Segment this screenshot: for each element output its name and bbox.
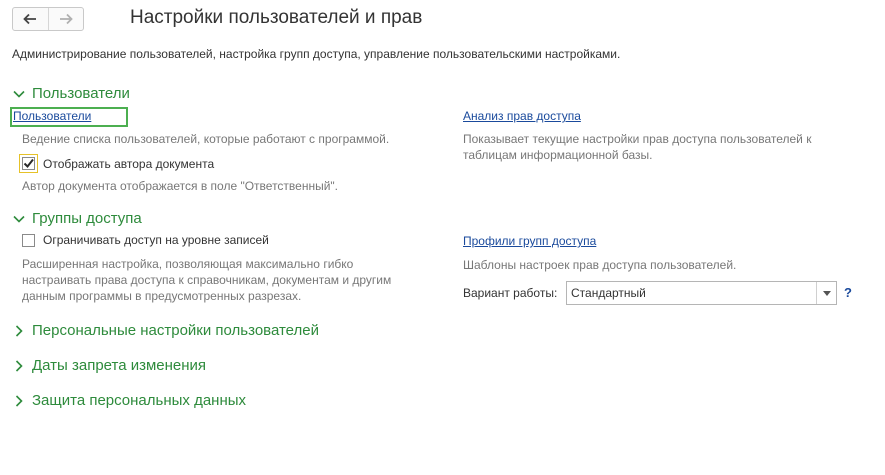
restrict-access-hint-line-3: данным программы в предусмотренных разре…	[22, 289, 302, 303]
users-link[interactable]: Пользователи	[13, 109, 91, 123]
users-hint: Ведение списка пользователей, которые ра…	[22, 132, 390, 146]
chevron-right-icon	[15, 324, 23, 337]
rights-analysis-hint-line-2: таблицам информационной базы.	[463, 148, 653, 162]
page-description: Администрирование пользователей, настрой…	[12, 47, 621, 61]
arrow-right-icon	[59, 13, 73, 25]
dropdown-arrow-icon	[822, 290, 831, 296]
restrict-access-checkbox[interactable]	[22, 233, 35, 247]
restrict-access-hint-line-2: настраивать права доступа к справочникам…	[22, 273, 392, 287]
restrict-access-label: Ограничивать доступ на уровне записей	[43, 233, 269, 247]
checkmark-icon	[23, 158, 34, 169]
chevron-down-icon	[13, 215, 25, 223]
section-access-groups-header[interactable]: Группы доступа	[12, 210, 142, 227]
page-title: Настройки пользователей и прав	[130, 7, 423, 28]
chevron-right-icon	[15, 394, 23, 407]
help-icon[interactable]: ?	[844, 285, 852, 300]
forward-button[interactable]	[47, 8, 84, 30]
section-change-prohibition-header[interactable]: Даты запрета изменения	[12, 357, 206, 374]
chevron-down-icon	[13, 90, 25, 98]
show-author-label: Отображать автора документа	[43, 156, 215, 171]
section-users-title: Пользователи	[32, 85, 130, 102]
work-mode-label: Вариант работы:	[463, 286, 558, 300]
restrict-access-row[interactable]: Ограничивать доступ на уровне записей	[22, 233, 269, 247]
rights-analysis-hint: Показывает текущие настройки прав доступ…	[463, 131, 811, 163]
access-group-profiles-hint: Шаблоны настроек прав доступа пользовате…	[463, 258, 737, 272]
arrow-left-icon	[23, 13, 37, 25]
section-personal-data-header[interactable]: Защита персональных данных	[12, 392, 246, 409]
rights-analysis-hint-line-1: Показывает текущие настройки прав доступ…	[463, 132, 812, 146]
access-group-profiles-link[interactable]: Профили групп доступа	[463, 234, 596, 248]
section-users-header[interactable]: Пользователи	[12, 85, 130, 102]
work-mode-value: Стандартный	[571, 286, 646, 300]
navigation-buttons	[12, 7, 84, 31]
back-button[interactable]	[13, 8, 48, 30]
chevron-right-icon	[15, 359, 23, 372]
section-access-groups-title: Группы доступа	[32, 210, 142, 227]
section-change-prohibition-title: Даты запрета изменения	[32, 357, 207, 374]
rights-analysis-link[interactable]: Анализ прав доступа	[463, 109, 581, 123]
work-mode-select[interactable]: Стандартный	[566, 281, 837, 305]
restrict-access-hint: Расширенная настройка, позволяющая макси…	[22, 256, 391, 304]
restrict-access-hint-line-1: Расширенная настройка, позволяющая макси…	[22, 257, 354, 271]
section-personal-data-title: Защита персональных данных	[32, 392, 247, 409]
show-author-checkbox[interactable]	[22, 157, 35, 170]
dropdown-button[interactable]	[816, 282, 836, 304]
show-author-row[interactable]: Отображать автора документа	[19, 154, 215, 173]
show-author-hint: Автор документа отображается в поле "Отв…	[22, 179, 339, 193]
section-personal-settings-title: Персональные настройки пользователей	[32, 322, 319, 339]
section-personal-settings-header[interactable]: Персональные настройки пользователей	[12, 322, 319, 339]
show-author-checkbox-frame	[19, 154, 38, 173]
